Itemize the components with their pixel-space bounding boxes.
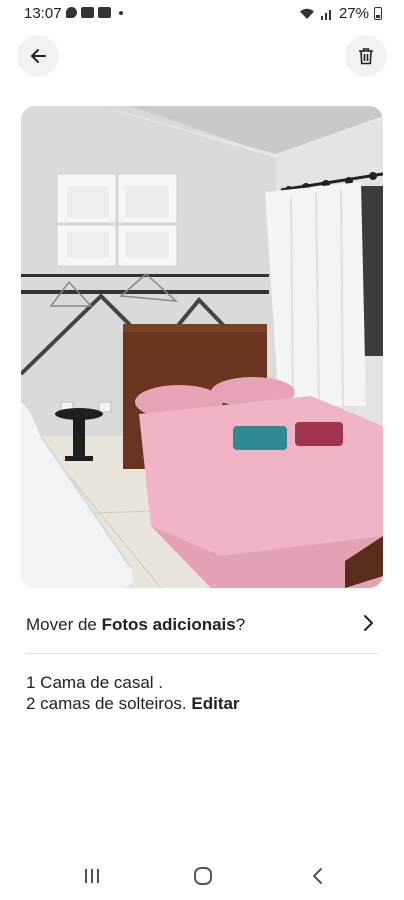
nav-back-button[interactable] xyxy=(306,864,330,888)
move-suffix: ? xyxy=(235,615,246,634)
home-button[interactable] xyxy=(191,864,215,888)
recent-apps-icon xyxy=(85,869,99,883)
message-icon xyxy=(66,7,77,18)
edit-caption-link[interactable]: Editar xyxy=(191,694,239,713)
more-notifications-dot-icon xyxy=(119,10,123,15)
bedroom-photo[interactable] xyxy=(21,106,383,588)
home-icon xyxy=(194,867,212,885)
caption-line-1: 1 Cama de casal . xyxy=(26,673,164,692)
move-from-album-row[interactable]: Mover de Fotos adicionais? xyxy=(26,606,378,646)
trash-icon xyxy=(359,48,373,65)
photo-caption: 1 Cama de casal . 2 camas de solteiros. … xyxy=(26,672,240,714)
delete-photo-button[interactable] xyxy=(345,35,387,77)
system-navigation-bar xyxy=(0,850,404,900)
status-bar: 13:07 27% xyxy=(0,0,404,28)
app-notification-icon xyxy=(81,7,94,18)
arrow-left-icon xyxy=(31,49,46,63)
divider xyxy=(26,653,378,654)
move-prefix: Mover de xyxy=(26,615,102,634)
bedroom-illustration xyxy=(21,106,383,588)
notification-icons xyxy=(66,7,123,18)
wifi-icon xyxy=(299,8,314,19)
status-right: 27% xyxy=(299,5,382,22)
signal-icon xyxy=(320,9,331,20)
chevron-right-icon xyxy=(364,615,373,631)
back-button[interactable] xyxy=(17,35,59,77)
move-from-album-text: Mover de Fotos adicionais? xyxy=(26,615,245,635)
status-time: 13:07 xyxy=(24,5,62,22)
caption-line-2: 2 camas de solteiros. Editar xyxy=(26,693,240,714)
app-notification-icon xyxy=(98,7,111,18)
battery-icon xyxy=(374,7,382,20)
album-name: Fotos adicionais xyxy=(101,615,236,634)
nav-back-icon xyxy=(313,868,322,884)
caption-line-2-text: 2 camas de solteiros. xyxy=(26,694,187,713)
recent-apps-button[interactable] xyxy=(80,864,104,888)
battery-percent: 27% xyxy=(338,5,369,22)
